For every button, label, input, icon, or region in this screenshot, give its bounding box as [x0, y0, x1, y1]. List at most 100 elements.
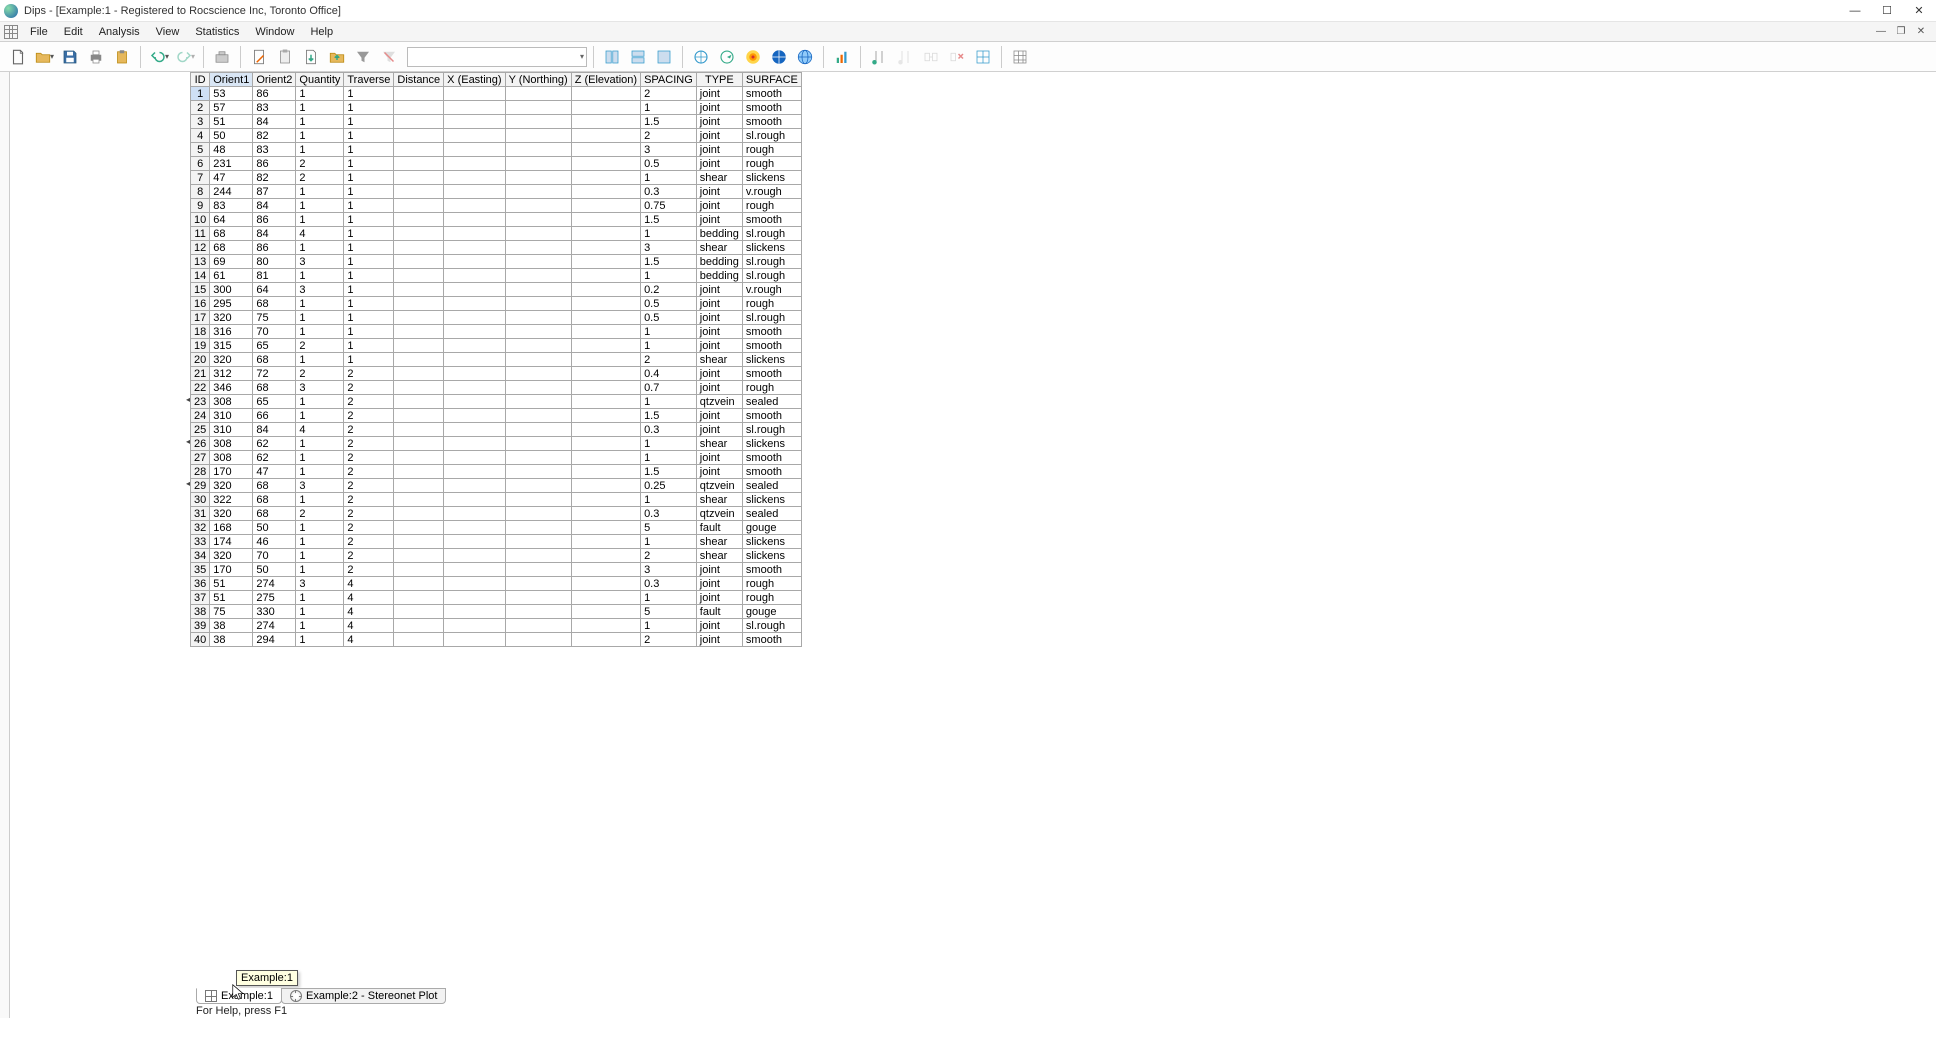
data-cell[interactable] — [571, 143, 640, 157]
data-cell[interactable]: 68 — [253, 297, 296, 311]
data-cell[interactable] — [444, 493, 505, 507]
data-cell[interactable]: 2 — [344, 521, 394, 535]
data-cell[interactable] — [571, 339, 640, 353]
data-cell[interactable]: 312 — [210, 367, 253, 381]
data-cell[interactable] — [505, 409, 571, 423]
data-cell[interactable] — [571, 479, 640, 493]
data-cell[interactable] — [444, 325, 505, 339]
table-row[interactable]: 25783111jointsmooth — [191, 101, 802, 115]
data-cell[interactable] — [394, 521, 444, 535]
tab-example-2-stereonet[interactable]: Example:2 - Stereonet Plot — [281, 988, 446, 1004]
data-cell[interactable] — [571, 535, 640, 549]
data-cell[interactable] — [571, 409, 640, 423]
data-cell[interactable] — [505, 115, 571, 129]
row-number-cell[interactable]: 36 — [191, 577, 210, 591]
row-number-cell[interactable]: 4 — [191, 129, 210, 143]
row-number-cell[interactable]: 18 — [191, 325, 210, 339]
data-cell[interactable]: 2 — [344, 507, 394, 521]
table-row[interactable]: 3032268121shearslickens — [191, 493, 802, 507]
data-cell[interactable]: 1 — [344, 297, 394, 311]
data-cell[interactable]: sl.rough — [742, 269, 801, 283]
row-number-cell[interactable]: 33 — [191, 535, 210, 549]
data-cell[interactable]: 70 — [253, 549, 296, 563]
data-cell[interactable] — [505, 129, 571, 143]
data-cell[interactable]: 48 — [210, 143, 253, 157]
data-cell[interactable]: 82 — [253, 129, 296, 143]
data-cell[interactable]: 0.5 — [641, 311, 697, 325]
data-cell[interactable]: 1 — [296, 185, 344, 199]
data-cell[interactable] — [505, 563, 571, 577]
data-cell[interactable]: 3 — [296, 479, 344, 493]
data-cell[interactable]: joint — [696, 185, 742, 199]
table-row[interactable]: 3216850125faultgouge — [191, 521, 802, 535]
data-cell[interactable]: 3 — [641, 143, 697, 157]
data-cell[interactable]: 1 — [344, 101, 394, 115]
data-cell[interactable]: 5 — [641, 605, 697, 619]
data-cell[interactable] — [394, 101, 444, 115]
data-cell[interactable]: 1 — [344, 353, 394, 367]
import-data-button[interactable] — [325, 45, 349, 69]
data-cell[interactable]: 87 — [253, 185, 296, 199]
data-cell[interactable]: joint — [696, 213, 742, 227]
data-cell[interactable] — [571, 241, 640, 255]
data-cell[interactable]: 1 — [344, 171, 394, 185]
stereonet-outline-button[interactable] — [689, 45, 713, 69]
data-cell[interactable]: shear — [696, 493, 742, 507]
data-cell[interactable]: 86 — [253, 87, 296, 101]
data-cell[interactable]: 1 — [296, 437, 344, 451]
data-cell[interactable]: 274 — [253, 577, 296, 591]
data-cell[interactable]: 1 — [296, 297, 344, 311]
data-cell[interactable] — [444, 549, 505, 563]
data-cell[interactable]: 0.7 — [641, 381, 697, 395]
table-row[interactable]: 54883113jointrough — [191, 143, 802, 157]
data-cell[interactable]: 1 — [344, 241, 394, 255]
column-header-surface[interactable]: SURFACE — [742, 73, 801, 87]
data-cell[interactable]: 72 — [253, 367, 296, 381]
data-cell[interactable] — [444, 465, 505, 479]
data-cell[interactable]: smooth — [742, 87, 801, 101]
table-row[interactable]: 3132068220.3qtzveinsealed — [191, 507, 802, 521]
data-cell[interactable]: 295 — [210, 297, 253, 311]
data-cell[interactable]: fault — [696, 605, 742, 619]
table-row[interactable]: 3751275141jointrough — [191, 591, 802, 605]
data-cell[interactable] — [394, 619, 444, 633]
data-cell[interactable] — [444, 185, 505, 199]
data-cell[interactable]: 50 — [210, 129, 253, 143]
data-cell[interactable] — [505, 451, 571, 465]
data-cell[interactable]: smooth — [742, 339, 801, 353]
data-cell[interactable]: smooth — [742, 115, 801, 129]
data-cell[interactable] — [571, 465, 640, 479]
data-cell[interactable]: 1 — [296, 143, 344, 157]
row-number-cell[interactable]: 22 — [191, 381, 210, 395]
data-cell[interactable]: rough — [742, 577, 801, 591]
data-cell[interactable]: 46 — [253, 535, 296, 549]
data-cell[interactable]: 62 — [253, 451, 296, 465]
data-cell[interactable]: 50 — [253, 563, 296, 577]
column-header-id[interactable]: ID — [191, 73, 210, 87]
data-cell[interactable]: shear — [696, 535, 742, 549]
data-cell[interactable] — [394, 549, 444, 563]
globe-button[interactable] — [793, 45, 817, 69]
data-cell[interactable]: joint — [696, 101, 742, 115]
split-vertical-button[interactable] — [600, 45, 624, 69]
copy-clipboard-button[interactable] — [110, 45, 134, 69]
data-cell[interactable]: 2 — [344, 367, 394, 381]
data-cell[interactable]: 65 — [253, 395, 296, 409]
data-cell[interactable]: joint — [696, 591, 742, 605]
data-cell[interactable]: 1 — [344, 213, 394, 227]
chart-options-button[interactable] — [830, 45, 854, 69]
data-cell[interactable]: smooth — [742, 465, 801, 479]
data-cell[interactable] — [571, 381, 640, 395]
data-cell[interactable] — [571, 437, 640, 451]
data-cell[interactable]: joint — [696, 367, 742, 381]
data-cell[interactable] — [444, 381, 505, 395]
data-cell[interactable] — [505, 465, 571, 479]
data-cell[interactable] — [394, 241, 444, 255]
data-cell[interactable] — [571, 311, 640, 325]
data-cell[interactable]: 1 — [296, 563, 344, 577]
table-row[interactable]: 2817047121.5jointsmooth — [191, 465, 802, 479]
data-grid[interactable]: IDOrient1Orient2QuantityTraverseDistance… — [190, 72, 802, 647]
data-cell[interactable] — [394, 283, 444, 297]
data-cell[interactable] — [505, 339, 571, 353]
row-number-cell[interactable]: 31 — [191, 507, 210, 521]
